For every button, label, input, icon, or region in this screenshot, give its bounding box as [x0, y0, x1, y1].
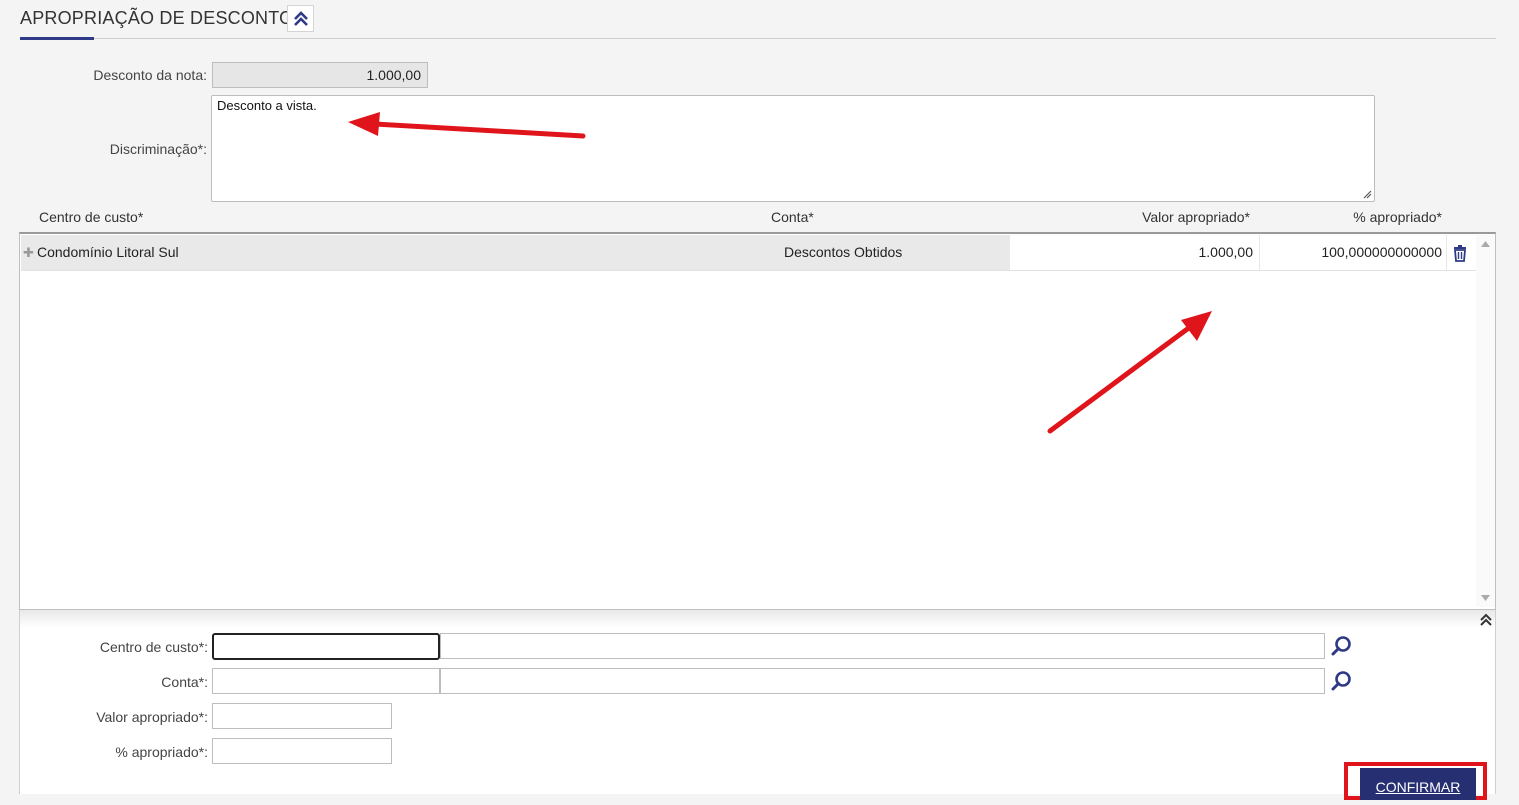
conta-label: Conta*: — [161, 674, 208, 690]
discriminacao-label: Discriminação*: — [109, 141, 207, 157]
section-divider — [20, 38, 1496, 39]
valor-apropriado-input[interactable] — [212, 703, 392, 729]
collapse-section-button[interactable] — [287, 5, 314, 32]
desconto-label: Desconto da nota: — [93, 67, 207, 83]
conta-code-input[interactable] — [212, 668, 440, 694]
percentual-apropriado-label: % apropriado*: — [115, 744, 208, 760]
scroll-up-icon[interactable] — [1481, 241, 1490, 247]
grid-scrollbar[interactable] — [1476, 235, 1495, 607]
cell-centro-de-custo[interactable]: ✚ Condomínio Litoral Sul — [21, 235, 781, 270]
centro-de-custo-label: Centro de custo*: — [99, 639, 208, 655]
conta-search-button[interactable] — [1328, 667, 1355, 694]
double-chevron-up-icon — [293, 10, 308, 26]
table-row[interactable]: ✚ Condomínio Litoral Sul Descontos Obtid… — [21, 235, 1476, 271]
apropriacao-grid: ✚ Condomínio Litoral Sul Descontos Obtid… — [19, 232, 1496, 610]
trash-icon[interactable] — [1451, 244, 1469, 262]
confirm-button[interactable]: CONFIRMAR — [1360, 768, 1476, 800]
valor-apropriado-label: Valor apropriado*: — [96, 709, 208, 725]
cell-percentual-apropriado[interactable]: 100,000000000000 — [1261, 235, 1447, 270]
column-header-percentual: % apropriado* — [1353, 209, 1442, 225]
double-chevron-up-icon[interactable] — [1480, 613, 1492, 627]
discriminacao-text: Desconto a vista. — [217, 98, 317, 113]
plus-icon[interactable]: ✚ — [23, 235, 34, 270]
column-header-centro: Centro de custo* — [39, 209, 144, 225]
conta-description-input[interactable] — [440, 668, 1325, 694]
scroll-down-icon[interactable] — [1481, 595, 1490, 601]
desconto-field: 1.000,00 — [212, 62, 428, 88]
centro-de-custo-search-button[interactable] — [1328, 632, 1355, 659]
magnifier-icon — [1331, 670, 1351, 690]
centro-de-custo-description-input[interactable] — [440, 633, 1325, 659]
cell-conta[interactable]: Descontos Obtidos — [781, 235, 1010, 270]
resize-grip-icon[interactable] — [1362, 189, 1372, 199]
form-top-shade — [20, 610, 1495, 628]
magnifier-icon — [1331, 635, 1351, 655]
percentual-apropriado-input[interactable] — [212, 738, 392, 764]
section-title-underline — [20, 37, 94, 40]
centro-de-custo-code-input[interactable] — [212, 633, 440, 660]
column-header-conta: Conta* — [771, 209, 814, 225]
cell-valor-apropriado[interactable]: 1.000,00 — [1011, 235, 1260, 270]
cell-centro-text: Condomínio Litoral Sul — [37, 244, 179, 260]
column-header-valor: Valor apropriado* — [1142, 209, 1250, 225]
section-title: APROPRIAÇÃO DE DESCONTO — [20, 8, 294, 28]
discriminacao-textarea[interactable]: Desconto a vista. — [211, 95, 1375, 202]
